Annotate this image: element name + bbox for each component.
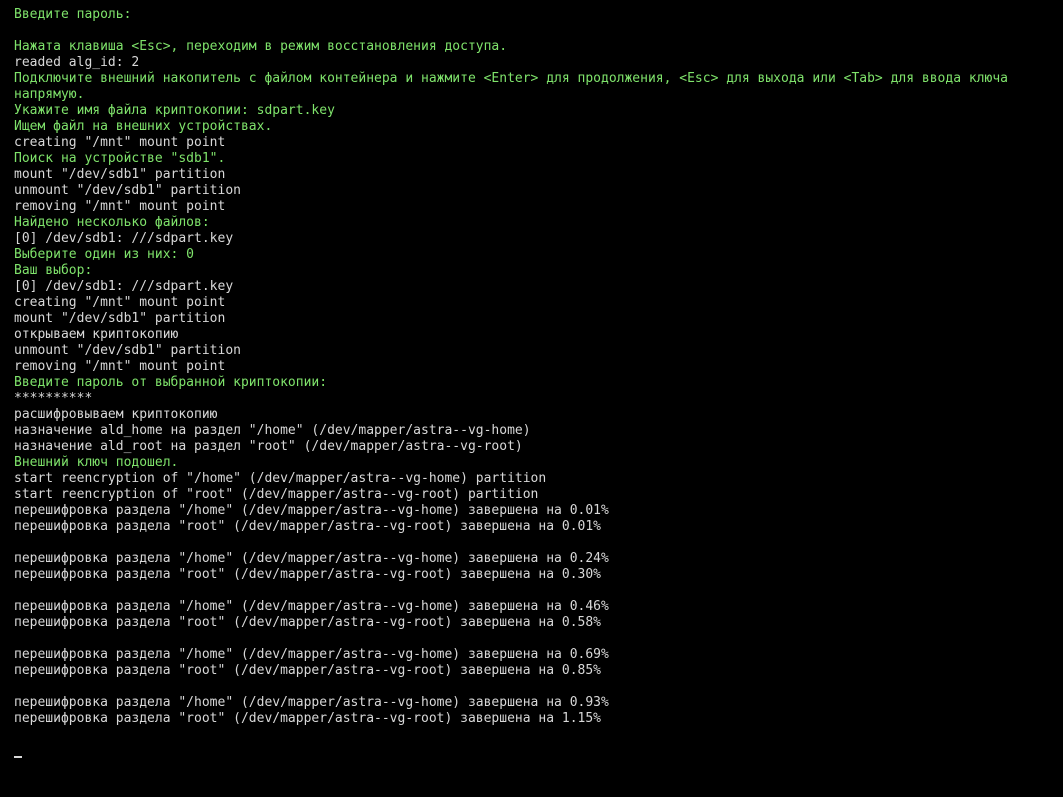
- terminal-console[interactable]: Введите пароль: Нажата клавиша <Esc>, пер…: [14, 7, 1054, 792]
- terminal-line: перешифровка раздела "root" (/dev/mapper…: [14, 519, 601, 534]
- terminal-line: unmount "/dev/sdb1" partition: [14, 343, 241, 358]
- terminal-line: mount "/dev/sdb1" partition: [14, 167, 226, 182]
- terminal-line: перешифровка раздела "/home" (/dev/mappe…: [14, 599, 609, 614]
- terminal-line: unmount "/dev/sdb1" partition: [14, 183, 241, 198]
- terminal-line: перешифровка раздела "root" (/dev/mapper…: [14, 567, 601, 582]
- terminal-line: перешифровка раздела "/home" (/dev/mappe…: [14, 551, 609, 566]
- terminal-line: start reencryption of "root" (/dev/mappe…: [14, 487, 539, 502]
- terminal-output: Введите пароль: Нажата клавиша <Esc>, пер…: [14, 7, 1054, 727]
- terminal-line: Внешний ключ подошел.: [14, 455, 179, 470]
- terminal-line: назначение ald_home на раздел "/home" (/…: [14, 423, 531, 438]
- terminal-line: removing "/mnt" mount point: [14, 199, 226, 214]
- terminal-line: Выберите один из них: 0: [14, 247, 195, 262]
- terminal-line: start reencryption of "/home" (/dev/mapp…: [14, 471, 547, 486]
- terminal-line: **********: [14, 391, 93, 406]
- terminal-line: открываем криптокопию: [14, 327, 179, 342]
- terminal-line: перешифровка раздела "root" (/dev/mapper…: [14, 663, 601, 678]
- terminal-line: напрямую.: [14, 87, 85, 102]
- terminal-line: mount "/dev/sdb1" partition: [14, 311, 226, 326]
- terminal-line: Ищем файл на внешних устройствах.: [14, 119, 273, 134]
- terminal-line: Введите пароль от выбранной криптокопии:: [14, 375, 328, 390]
- text-cursor: [14, 756, 22, 758]
- terminal-line: readed alg_id: 2: [14, 55, 140, 70]
- terminal-line: [0] /dev/sdb1: ///sdpart.key: [14, 279, 234, 294]
- terminal-line: [0] /dev/sdb1: ///sdpart.key: [14, 231, 234, 246]
- terminal-line: перешифровка раздела "root" (/dev/mapper…: [14, 711, 601, 726]
- terminal-line: перешифровка раздела "/home" (/dev/mappe…: [14, 695, 609, 710]
- terminal-line: перешифровка раздела "/home" (/dev/mappe…: [14, 647, 609, 662]
- terminal-line: назначение ald_root на раздел "root" (/d…: [14, 439, 523, 454]
- terminal-line: Введите пароль:: [14, 7, 132, 22]
- terminal-line: Подключите внешний накопитель с файлом к…: [14, 71, 1008, 86]
- terminal-line: creating "/mnt" mount point: [14, 135, 226, 150]
- terminal-line: Нажата клавиша <Esc>, переходим в режим …: [14, 39, 508, 54]
- terminal-line: перешифровка раздела "root" (/dev/mapper…: [14, 615, 601, 630]
- terminal-line: Поиск на устройстве "sdb1".: [14, 151, 226, 166]
- terminal-line: Укажите имя файла криптокопии: sdpart.ke…: [14, 103, 335, 118]
- terminal-line: creating "/mnt" mount point: [14, 295, 226, 310]
- terminal-line: перешифровка раздела "/home" (/dev/mappe…: [14, 503, 609, 518]
- terminal-line: removing "/mnt" mount point: [14, 359, 226, 374]
- terminal-line: Ваш выбор:: [14, 263, 93, 278]
- terminal-line: Найдено несколько файлов:: [14, 215, 210, 230]
- terminal-line: расшифровываем криптокопию: [14, 407, 218, 422]
